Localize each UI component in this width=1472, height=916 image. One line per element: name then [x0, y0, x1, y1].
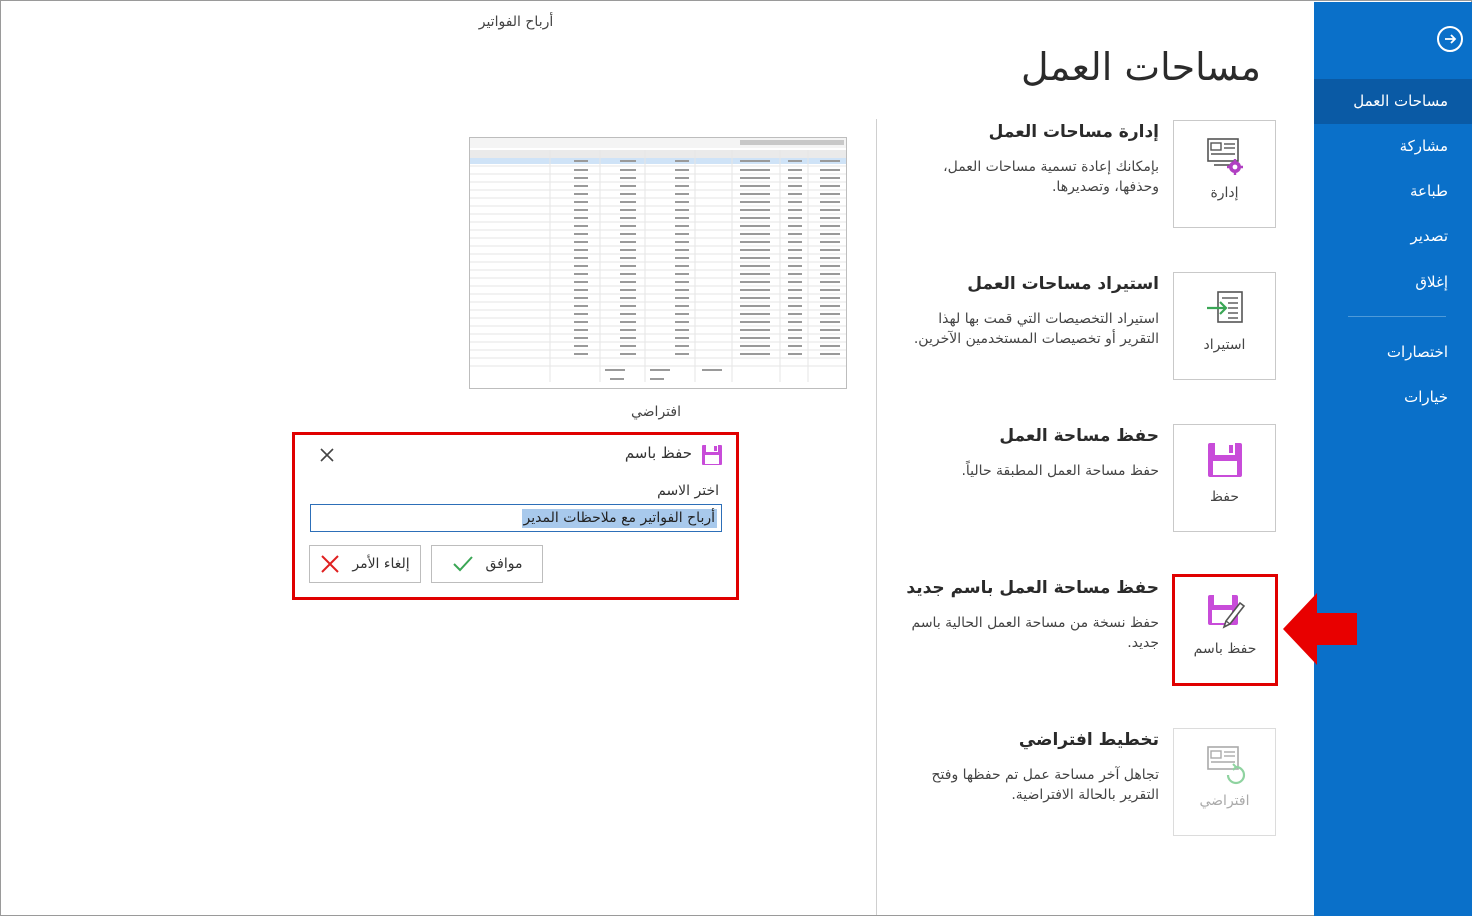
name-field-label: اختر الاسم — [657, 483, 719, 499]
save-icon — [1207, 443, 1242, 477]
cancel-x-icon — [321, 555, 340, 573]
option-title-import: استيراد مساحات العمل — [967, 274, 1159, 294]
sidebar-item-share[interactable]: مشاركة — [1400, 137, 1448, 155]
manage-workspace-icon — [1206, 138, 1243, 175]
default-layout-button[interactable]: افتراضي — [1173, 728, 1276, 836]
option-desc-import: استيراد التخصيصات التي قمت بها لهذا التق… — [913, 311, 1159, 347]
dialog-title: حفظ باسم — [624, 444, 692, 462]
backstage-sidebar: مساحات العمل مشاركة طباعة تصدير إغلاق اخ… — [1314, 2, 1472, 916]
import-workspaces-button[interactable]: استيراد — [1173, 272, 1276, 380]
tile-label-manage: إدارة — [1210, 185, 1239, 201]
manage-workspaces-button[interactable]: إدارة — [1173, 120, 1276, 228]
checkmark-icon — [452, 556, 473, 572]
sidebar-item-options[interactable]: خيارات — [1404, 388, 1448, 406]
default-layout-icon — [1206, 746, 1245, 785]
preview-workspace-name: أرباح الفواتير — [478, 14, 554, 30]
option-desc-default: تجاهل آخر مساحة عمل تم حفظها وفتح التقري… — [931, 767, 1160, 803]
import-icon — [1206, 291, 1243, 323]
save-workspace-button[interactable]: حفظ — [1173, 424, 1276, 532]
content-divider — [876, 119, 877, 915]
option-title-default: تخطيط افتراضي — [1018, 730, 1159, 750]
tile-label-import: استيراد — [1203, 337, 1246, 353]
preview-caption: افتراضي — [631, 404, 681, 420]
tile-label-default: افتراضي — [1199, 793, 1250, 809]
cancel-button[interactable]: إلغاء الأمر — [309, 545, 421, 583]
close-icon[interactable] — [317, 445, 337, 465]
save-as-dialog: حفظ باسم اختر الاسم أرباح الفواتير مع مل… — [292, 432, 739, 600]
option-title-save-as: حفظ مساحة العمل باسم جديد — [906, 578, 1159, 598]
option-desc-manage: بإمكانك إعادة تسمية مساحات العمل، وحذفها… — [943, 159, 1159, 195]
ok-button-label: موافق — [485, 556, 523, 572]
app-window: مساحات العمل مشاركة طباعة تصدير إغلاق اخ… — [0, 0, 1472, 916]
red-pointer-arrow-icon — [1283, 593, 1357, 665]
preview-table-image — [470, 138, 846, 382]
workspace-preview-thumbnail[interactable] — [469, 137, 847, 389]
sidebar-divider — [1348, 316, 1446, 317]
option-title-save: حفظ مساحة العمل — [999, 426, 1159, 446]
name-input-selected-text: أرباح الفواتير مع ملاحظات المدير — [521, 509, 717, 528]
save-as-workspace-button[interactable]: حفظ باسم — [1172, 574, 1278, 686]
ok-button[interactable]: موافق — [431, 545, 543, 583]
tile-label-save: حفظ — [1209, 489, 1240, 505]
tile-label-save-as: حفظ باسم — [1193, 641, 1257, 657]
option-desc-save-as: حفظ نسخة من مساحة العمل الحالية باسم جدي… — [911, 615, 1160, 651]
sidebar-item-close[interactable]: إغلاق — [1415, 273, 1448, 291]
sidebar-item-export[interactable]: تصدير — [1410, 227, 1448, 245]
option-title-manage: إدارة مساحات العمل — [988, 122, 1159, 142]
sidebar-item-shortcuts[interactable]: اختصارات — [1387, 343, 1448, 361]
save-as-icon — [1208, 595, 1246, 629]
option-desc-save: حفظ مساحة العمل المطبقة حالياً. — [961, 463, 1159, 479]
back-arrow-icon[interactable] — [1437, 26, 1463, 52]
sidebar-item-print[interactable]: طباعة — [1410, 182, 1448, 200]
sidebar-item-workspaces[interactable]: مساحات العمل — [1314, 79, 1472, 124]
page-title: مساحات العمل — [1021, 45, 1261, 89]
cancel-button-label: إلغاء الأمر — [352, 556, 410, 572]
dialog-save-icon — [702, 445, 722, 465]
